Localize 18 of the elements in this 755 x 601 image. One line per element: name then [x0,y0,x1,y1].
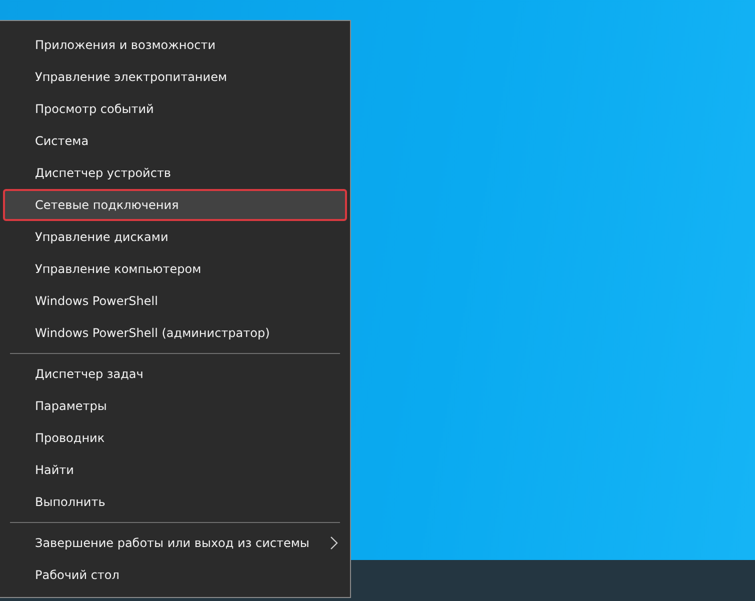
menu-item[interactable]: Просмотр событий [0,93,350,125]
menu-item[interactable]: Найти [0,454,350,486]
menu-item[interactable]: Управление компьютером [0,253,350,285]
menu-item[interactable]: Рабочий стол [0,559,350,591]
menu-item[interactable]: Сетевые подключения [3,189,347,221]
menu-item[interactable]: Выполнить [0,486,350,518]
menu-item[interactable]: Управление электропитанием [0,61,350,93]
chevron-right-icon [330,536,338,550]
menu-item[interactable]: Параметры [0,390,350,422]
menu-item[interactable]: Windows PowerShell [0,285,350,317]
menu-item[interactable]: Завершение работы или выход из системы [0,527,350,559]
menu-item[interactable]: Управление дисками [0,221,350,253]
menu-item[interactable]: Диспетчер устройств [0,157,350,189]
menu-item[interactable]: Приложения и возможности [0,29,350,61]
menu-item[interactable]: Диспетчер задач [0,358,350,390]
menu-item[interactable]: Windows PowerShell (администратор) [0,317,350,349]
menu-item[interactable]: Система [0,125,350,157]
menu-item[interactable]: Проводник [0,422,350,454]
